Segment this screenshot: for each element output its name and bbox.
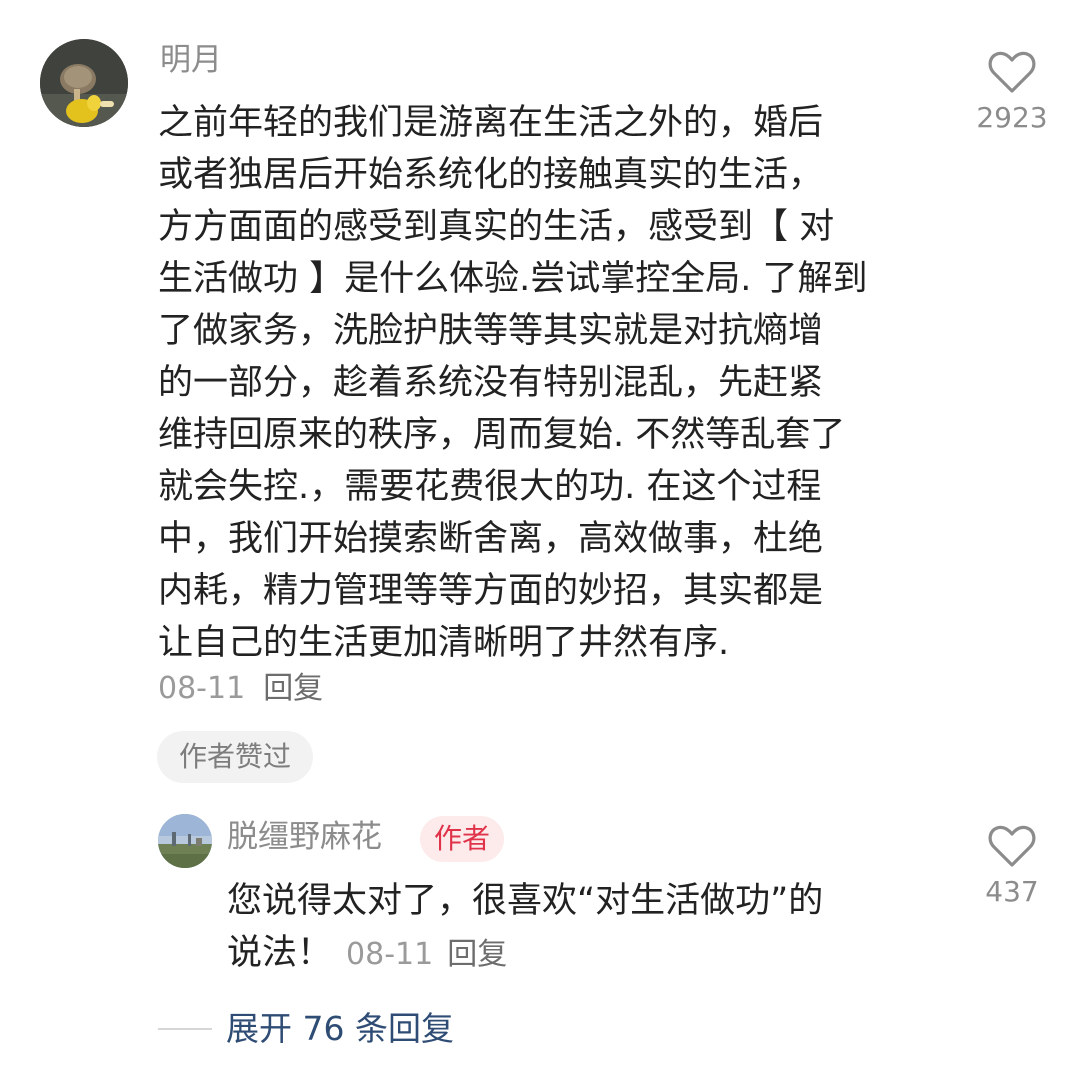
reply-line: 您说得太对了，很喜欢“对生活做功”的: [227, 881, 824, 921]
expand-replies-button[interactable]: 展开 76 条回复: [226, 1006, 454, 1052]
main-comment-text: 之前年轻的我们是游离在生活之外的，婚后 或者独居后开始系统化的接触真实的生活， …: [158, 97, 958, 669]
reply-button[interactable]: 回复: [447, 937, 507, 972]
reply-line-with-meta: 说法！ 08-11 回复: [227, 927, 947, 981]
comment-date: 08-11: [158, 671, 246, 706]
heart-outline-icon[interactable]: [988, 50, 1036, 94]
comment-line: 或者独居后开始系统化的接触真实的生活，: [158, 155, 824, 195]
reply-author-username[interactable]: 脱缰野麻花: [227, 817, 382, 857]
reply-date: 08-11: [346, 937, 434, 972]
comment-line: 让自己的生活更加清晰明了井然有序.: [158, 623, 730, 663]
expand-replies-row[interactable]: 展开 76 条回复: [158, 1006, 454, 1052]
comment-line: 之前年轻的我们是游离在生活之外的，婚后: [158, 103, 824, 143]
reply-comment-like[interactable]: 437: [962, 824, 1062, 910]
avatar-reply-author[interactable]: [158, 814, 212, 868]
reply-comment-text: 您说得太对了，很喜欢“对生活做功”的 说法！ 08-11 回复: [227, 875, 947, 981]
comment-line: 维持回原来的秩序，周而复始. 不然等乱套了: [158, 415, 846, 455]
main-commenter-username[interactable]: 明月: [160, 40, 222, 80]
main-comment-meta: 08-11 回复: [158, 669, 323, 709]
comment-line: 内耗，精力管理等等方面的妙招，其实都是: [158, 571, 824, 611]
divider-line: [158, 1028, 212, 1030]
liked-by-author-chip: 作者赞过: [157, 731, 314, 783]
comment-line: 了做家务，洗脸护肤等等其实就是对抗熵增: [158, 311, 824, 351]
comment-line: 生活做功 】是什么体验.尝试掌控全局. 了解到: [158, 259, 868, 299]
heart-outline-icon[interactable]: [988, 824, 1036, 868]
main-comment-like[interactable]: 2923: [962, 50, 1062, 136]
reply-button[interactable]: 回复: [263, 671, 323, 706]
author-badge: 作者: [420, 816, 505, 862]
comment-line: 的一部分，趁着系统没有特别混乱，先赶紧: [158, 363, 824, 403]
reply-line: 说法！: [227, 933, 333, 973]
avatar-image: [158, 814, 212, 868]
comment-line: 就会失控.，需要花费很大的功. 在这个过程: [158, 467, 822, 507]
like-count: 2923: [976, 101, 1048, 134]
avatar-image: [40, 39, 128, 127]
comment-line: 中，我们开始摸索断舍离，高效做事，杜绝: [158, 519, 824, 559]
like-count: 437: [985, 875, 1039, 908]
reply-meta: 08-11 回复: [346, 937, 507, 972]
avatar-main-commenter[interactable]: [40, 39, 128, 127]
comment-line: 方方面面的感受到真实的生活，感受到【 对: [158, 207, 835, 247]
